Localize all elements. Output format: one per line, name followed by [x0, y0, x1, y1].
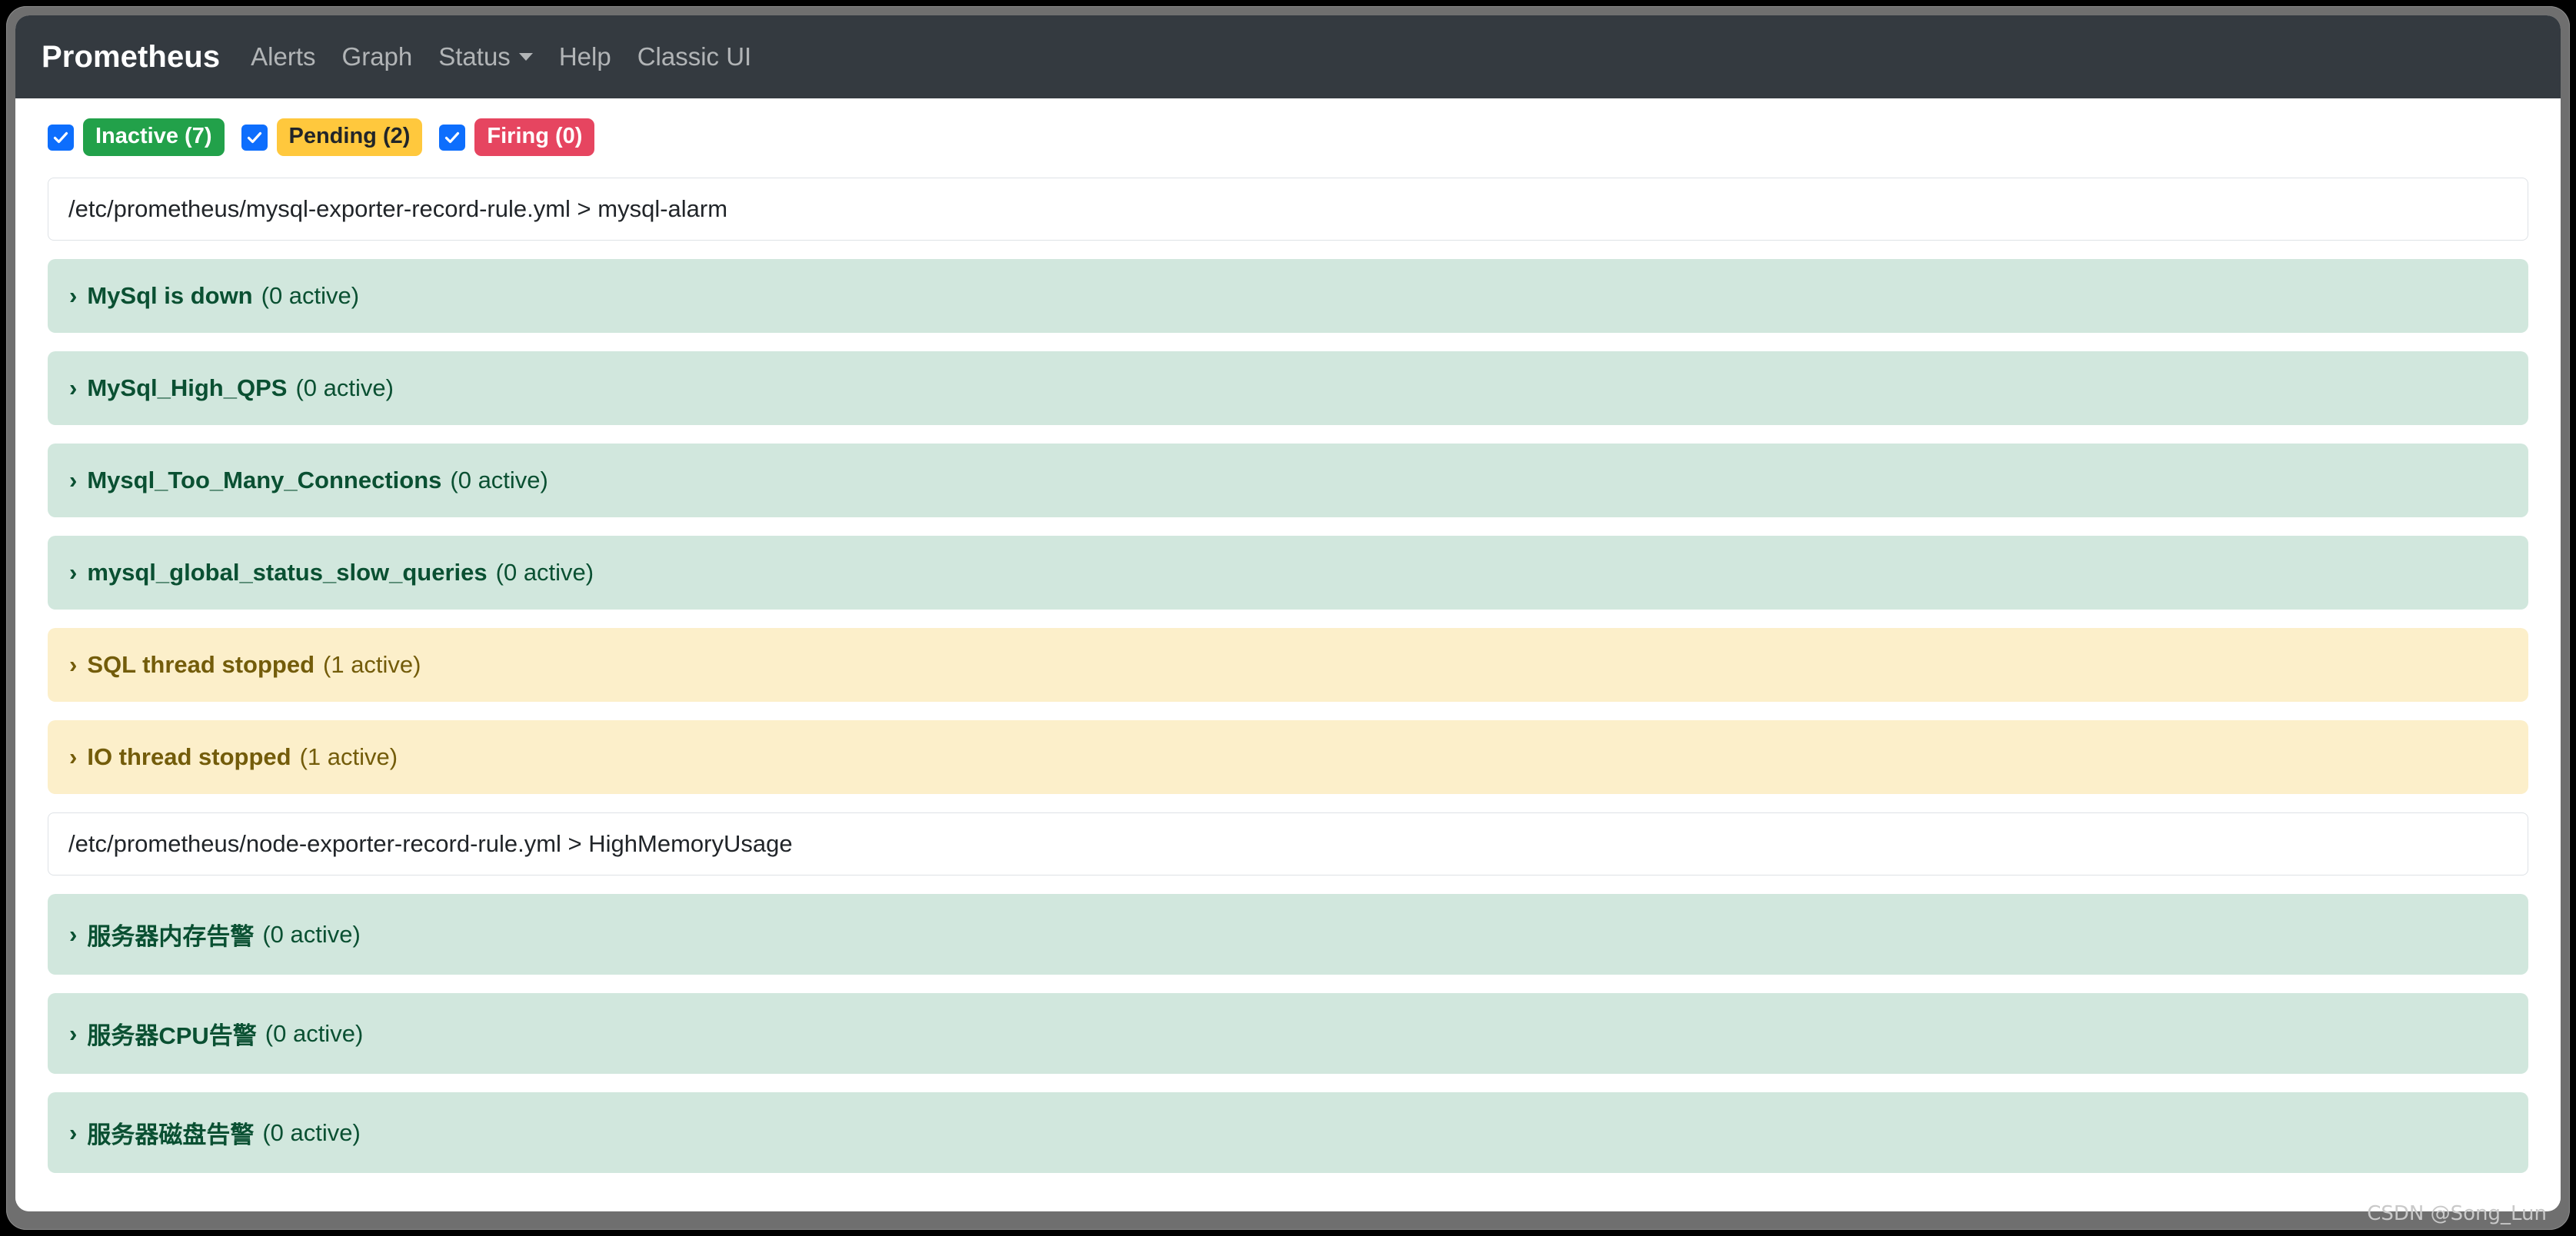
state-badge-pending[interactable]: Pending (2) [276, 118, 423, 156]
state-filter-group: Inactive (7) Pending (2) Firing (0) [48, 118, 2528, 156]
rule-group-header[interactable]: /etc/prometheus/mysql-exporter-record-ru… [48, 178, 2528, 241]
check-icon [247, 131, 261, 143]
chevron-right-icon[interactable]: › [69, 282, 77, 310]
chevron-down-icon [518, 53, 533, 61]
alert-rule-name: 服务器磁盘告警 [87, 1121, 255, 1148]
nav-link-graph[interactable]: Graph [342, 42, 413, 71]
nav-link-label: Alerts [251, 42, 316, 71]
chevron-right-icon[interactable]: › [69, 651, 77, 679]
rule-groups: /etc/prometheus/mysql-exporter-record-ru… [48, 178, 2528, 1173]
check-icon [53, 131, 68, 143]
brand-prometheus[interactable]: Prometheus [42, 40, 220, 75]
navbar: Prometheus Alerts Graph Status Help Classic … [15, 15, 2561, 98]
alert-rule-active-count: (0 active) [262, 920, 361, 948]
alert-rule-name: IO thread stopped [87, 743, 291, 770]
alert-rule-row[interactable]: › MySql is down (0 active) [48, 259, 2528, 333]
alert-rule-active-count: (0 active) [262, 1118, 361, 1146]
alert-rule-row[interactable]: › 服务器内存告警 (0 active) [48, 894, 2528, 975]
alert-rule-active-count: (0 active) [495, 559, 594, 586]
alert-rule-name: Mysql_Too_Many_Connections [87, 467, 442, 493]
alert-rule-row[interactable]: › 服务器磁盘告警 (0 active) [48, 1092, 2528, 1173]
alert-rule-name: MySql is down [87, 282, 253, 309]
nav-link-label: Help [558, 42, 611, 71]
alert-rule-name: MySql_High_QPS [87, 374, 288, 401]
alert-rule-name: SQL thread stopped [87, 651, 315, 678]
state-filter-inactive[interactable]: Inactive (7) [48, 118, 225, 156]
alert-rule-row[interactable]: › Mysql_Too_Many_Connections (0 active) [48, 444, 2528, 517]
alert-rule-row[interactable]: › SQL thread stopped (1 active) [48, 628, 2528, 702]
page-content: Inactive (7) Pending (2) Firing (0) /etc/p… [15, 98, 2561, 1211]
nav-link-status[interactable]: Status [438, 42, 533, 71]
alert-rule-name: 服务器内存告警 [87, 923, 255, 950]
nav-link-label: Status [438, 42, 511, 71]
nav-link-alerts[interactable]: Alerts [251, 42, 315, 71]
browser-viewport: Prometheus Alerts Graph Status Help Classic … [15, 15, 2561, 1211]
alert-rule-row[interactable]: › 服务器CPU告警 (0 active) [48, 993, 2528, 1074]
chevron-right-icon[interactable]: › [69, 921, 77, 949]
nav-link-classic-ui[interactable]: Classic UI [637, 42, 752, 71]
chevron-right-icon[interactable]: › [69, 374, 77, 402]
alert-rule-row[interactable]: › mysql_global_status_slow_queries (0 acti… [48, 536, 2528, 610]
checkbox-pending[interactable] [241, 124, 268, 151]
chevron-right-icon[interactable]: › [69, 467, 77, 494]
nav-link-label: Graph [341, 42, 413, 71]
chevron-right-icon[interactable]: › [69, 743, 77, 771]
checkbox-firing[interactable] [439, 124, 466, 151]
state-badge-inactive[interactable]: Inactive (7) [83, 118, 225, 156]
alert-rule-name: 服务器CPU告警 [87, 1022, 257, 1049]
nav-links: Alerts Graph Status Help Classic UI [251, 42, 751, 71]
chevron-right-icon[interactable]: › [69, 559, 77, 586]
checkbox-inactive[interactable] [48, 124, 74, 151]
check-icon [445, 131, 460, 143]
browser-window-frame: Prometheus Alerts Graph Status Help Classic … [6, 6, 2570, 1230]
rule-group-header[interactable]: /etc/prometheus/node-exporter-record-rul… [48, 812, 2528, 876]
alert-rule-row[interactable]: › MySql_High_QPS (0 active) [48, 351, 2528, 425]
alert-rule-active-count: (0 active) [261, 282, 360, 309]
chevron-right-icon[interactable]: › [69, 1020, 77, 1048]
watermark: CSDN @Song_Lun [2367, 1202, 2547, 1225]
nav-link-help[interactable]: Help [559, 42, 611, 71]
alert-rule-active-count: (0 active) [265, 1019, 364, 1047]
alert-rule-active-count: (1 active) [299, 743, 398, 770]
state-filter-firing[interactable]: Firing (0) [439, 118, 595, 156]
alert-rule-name: mysql_global_status_slow_queries [87, 559, 488, 586]
state-badge-firing[interactable]: Firing (0) [474, 118, 595, 156]
nav-link-label: Classic UI [637, 42, 752, 71]
alert-rule-active-count: (0 active) [450, 467, 548, 493]
chevron-right-icon[interactable]: › [69, 1119, 77, 1147]
alert-rule-active-count: (1 active) [323, 651, 421, 678]
alert-rule-active-count: (0 active) [295, 374, 394, 401]
alert-rule-row[interactable]: › IO thread stopped (1 active) [48, 720, 2528, 794]
state-filter-pending[interactable]: Pending (2) [241, 118, 423, 156]
